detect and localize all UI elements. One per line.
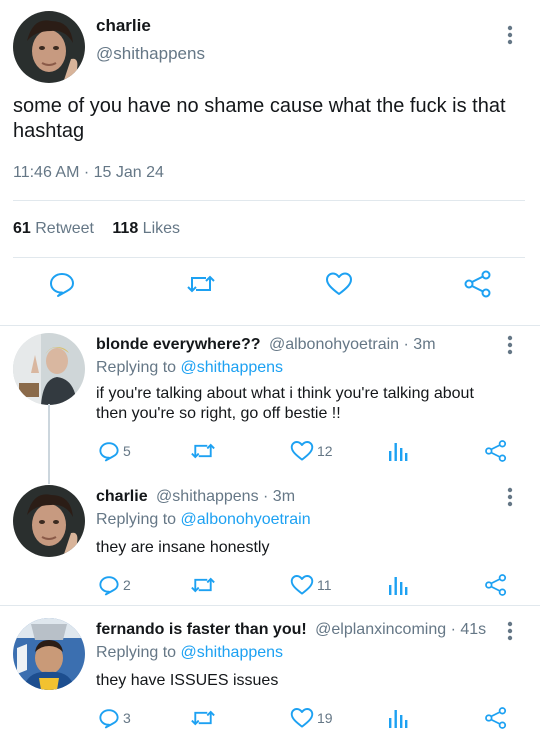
- replying-to-label: Replying to: [96, 511, 177, 528]
- share-icon[interactable]: [484, 572, 508, 598]
- reply-header: fernando is faster than you! @elplanxinc…: [96, 621, 486, 639]
- retweet-action[interactable]: [190, 705, 216, 731]
- like-icon[interactable]: [325, 270, 355, 300]
- like-action[interactable]: 12: [290, 438, 333, 464]
- analytics-icon[interactable]: [388, 705, 408, 731]
- tweet-text: some of you have no shame cause what the…: [13, 95, 506, 142]
- like-icon[interactable]: [290, 706, 314, 730]
- replying-to-label: Replying to: [96, 359, 177, 376]
- avatar[interactable]: [13, 333, 85, 405]
- like-count: 11: [317, 577, 332, 593]
- likes-label[interactable]: Likes: [143, 220, 180, 237]
- reply-text: they are insane honestly: [96, 539, 270, 556]
- analytics-icon[interactable]: [388, 438, 408, 464]
- replying-to-link[interactable]: @albonohyoetrain: [181, 511, 311, 528]
- like-action[interactable]: 11: [290, 572, 332, 598]
- retweet-count[interactable]: 61: [13, 220, 31, 237]
- divider: [13, 200, 525, 201]
- analytics-icon[interactable]: [388, 572, 408, 598]
- more-options-icon[interactable]: [503, 486, 517, 508]
- tweet-actions: [0, 270, 540, 310]
- user-handle[interactable]: @elplanxincoming: [315, 621, 446, 638]
- avatar[interactable]: [13, 618, 85, 690]
- like-icon[interactable]: [290, 439, 314, 463]
- replying-to-link[interactable]: @shithappens: [181, 644, 284, 661]
- reply-time: · 3m: [403, 336, 436, 353]
- tweet-stats: 61 Retweet 118 Likes: [13, 220, 180, 238]
- share-icon[interactable]: [463, 270, 493, 300]
- display-name[interactable]: fernando is faster than you!: [96, 621, 307, 638]
- tweet-timestamp: 11:46 AM · 15 Jan 24: [13, 164, 164, 181]
- reply-time: · 41s: [450, 621, 487, 638]
- retweet-action[interactable]: [190, 438, 216, 464]
- like-count[interactable]: 118: [112, 220, 138, 237]
- divider: [0, 605, 540, 606]
- reply-count: 3: [123, 710, 131, 726]
- like-icon[interactable]: [290, 573, 314, 597]
- retweet-label[interactable]: Retweet: [35, 220, 94, 237]
- reply-count: 5: [123, 443, 131, 459]
- replying-to-link[interactable]: @shithappens: [181, 359, 284, 376]
- thread-line: [48, 404, 50, 484]
- reply-icon[interactable]: [98, 574, 120, 596]
- replying-to-line: Replying to @shithappens: [96, 359, 283, 377]
- retweet-action[interactable]: [190, 572, 216, 598]
- more-options-icon[interactable]: [503, 334, 517, 356]
- display-name[interactable]: charlie: [96, 16, 151, 36]
- reply-icon[interactable]: [48, 270, 78, 300]
- user-handle[interactable]: @albonohyoetrain: [269, 336, 399, 353]
- share-icon[interactable]: [484, 438, 508, 464]
- reply-action[interactable]: 2: [98, 572, 131, 598]
- reply-action[interactable]: 3: [98, 705, 131, 731]
- retweet-icon[interactable]: [190, 439, 216, 463]
- more-options-icon[interactable]: [503, 24, 517, 46]
- reply-icon[interactable]: [98, 707, 120, 729]
- reply-icon[interactable]: [98, 440, 120, 462]
- reply-header: charlie @shithappens · 3m: [96, 488, 295, 506]
- reply-text: if you're talking about what i think you…: [96, 385, 474, 422]
- retweet-icon[interactable]: [186, 270, 216, 300]
- replying-to-line: Replying to @shithappens: [96, 644, 283, 662]
- like-action[interactable]: 19: [290, 705, 333, 731]
- reply-action[interactable]: 5: [98, 438, 131, 464]
- like-count: 19: [317, 710, 333, 726]
- main-tweet: charlie @shithappens some of you have no…: [0, 0, 540, 326]
- avatar[interactable]: [13, 11, 85, 83]
- user-handle[interactable]: @shithappens: [96, 44, 205, 64]
- replying-to-label: Replying to: [96, 644, 177, 661]
- user-handle[interactable]: @shithappens: [156, 488, 259, 505]
- avatar[interactable]: [13, 485, 85, 557]
- retweet-icon[interactable]: [190, 706, 216, 730]
- reply-time: · 3m: [263, 488, 296, 505]
- retweet-icon[interactable]: [190, 573, 216, 597]
- reply-text: they have ISSUES issues: [96, 672, 279, 689]
- share-icon[interactable]: [484, 705, 508, 731]
- reply-count: 2: [123, 577, 131, 593]
- more-options-icon[interactable]: [503, 620, 517, 642]
- reply-header: blonde everywhere?? @albonohyoetrain · 3…: [96, 336, 436, 354]
- display-name[interactable]: blonde everywhere??: [96, 336, 261, 353]
- divider: [13, 257, 525, 258]
- display-name[interactable]: charlie: [96, 488, 148, 505]
- replying-to-line: Replying to @albonohyoetrain: [96, 511, 311, 529]
- like-count: 12: [317, 443, 333, 459]
